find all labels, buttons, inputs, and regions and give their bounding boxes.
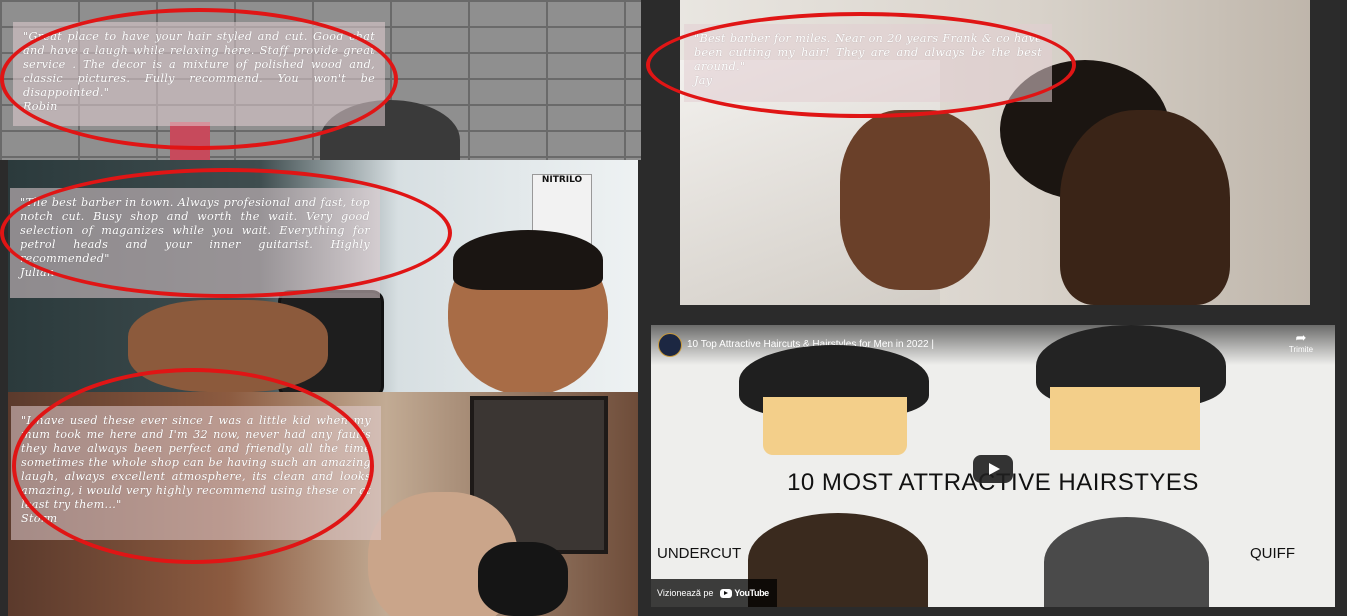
youtube-wordmark: YouTube: [734, 588, 769, 598]
play-button[interactable]: [973, 455, 1013, 483]
share-icon: ➦: [1295, 330, 1307, 345]
customer-hair-photo: [453, 230, 603, 290]
face-shape: [1050, 387, 1200, 450]
play-icon: [989, 463, 1000, 475]
face-shape: [763, 397, 907, 455]
review-panel-storm: "I have used these ever since I was a li…: [8, 392, 638, 616]
hair-dryer-photo: [478, 542, 568, 616]
barber-hands-photo: [128, 300, 328, 392]
youtube-logo-icon: [719, 589, 732, 599]
hairstyle-illustration-1: [739, 345, 929, 455]
review-author: Robin: [23, 100, 58, 113]
youtube-embed[interactable]: 10 Top Attractive Haircuts & Hairstyles …: [651, 325, 1335, 607]
review-card: "Great place to have your hair styled an…: [13, 22, 385, 126]
review-panel-julian: NITRILO "The best barber in town. Always…: [8, 160, 638, 392]
review-card: "I have used these ever since I was a li…: [11, 406, 381, 540]
channel-avatar[interactable]: [658, 333, 682, 357]
review-panel-robin: "Great place to have your hair styled an…: [0, 0, 641, 160]
review-text: "I have used these ever since I was a li…: [21, 414, 371, 511]
pink-wall-strip: [170, 122, 210, 160]
hairstyle-illustration-2: [1036, 325, 1226, 450]
review-panel-jay: "Best barber for miles. Near on 20 years…: [680, 0, 1310, 305]
product-label: NITRILO: [541, 175, 583, 185]
review-author: Julian: [20, 266, 55, 279]
youtube-play-glyph: [723, 591, 728, 596]
review-text: "Best barber for miles. Near on 20 years…: [694, 32, 1042, 73]
review-card: "Best barber for miles. Near on 20 years…: [684, 24, 1052, 102]
label-undercut: UNDERCUT: [657, 545, 742, 562]
share-label: Trimite: [1288, 345, 1314, 354]
customer-face-photo: [1060, 110, 1230, 305]
label-quiff: QUIFF: [1250, 545, 1295, 562]
hairstyle-illustration-4: [1044, 517, 1209, 607]
review-author: Jay: [694, 74, 713, 87]
review-author: Storm: [21, 512, 58, 525]
watch-on-youtube[interactable]: Vizionează pe YouTube: [651, 579, 777, 607]
review-text: "Great place to have your hair styled an…: [23, 30, 375, 99]
watch-on-label: Vizionează pe: [657, 588, 714, 598]
review-card: "The best barber in town. Always profesi…: [10, 188, 380, 298]
review-text: "The best barber in town. Always profesi…: [20, 196, 370, 265]
barber-hand-photo: [840, 110, 990, 290]
share-button[interactable]: ➦ Trimite: [1277, 331, 1325, 359]
